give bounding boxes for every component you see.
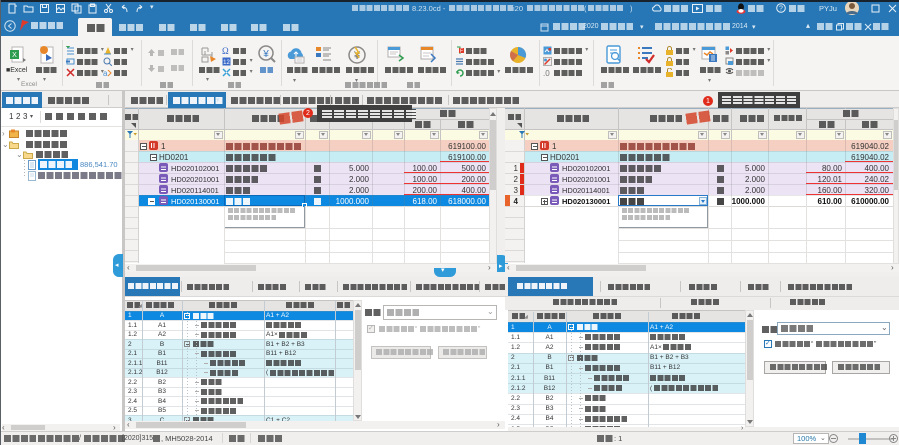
svg-text:¥: ¥ bbox=[262, 49, 269, 60]
svg-text:X: X bbox=[12, 52, 17, 59]
svg-text:.0: .0 bbox=[543, 69, 550, 77]
svg-text:12: 12 bbox=[223, 60, 230, 66]
svg-text:a: a bbox=[103, 69, 108, 77]
svg-text:?: ? bbox=[779, 5, 783, 12]
svg-text:F: F bbox=[460, 49, 463, 55]
svg-text:Ω: Ω bbox=[222, 46, 229, 55]
